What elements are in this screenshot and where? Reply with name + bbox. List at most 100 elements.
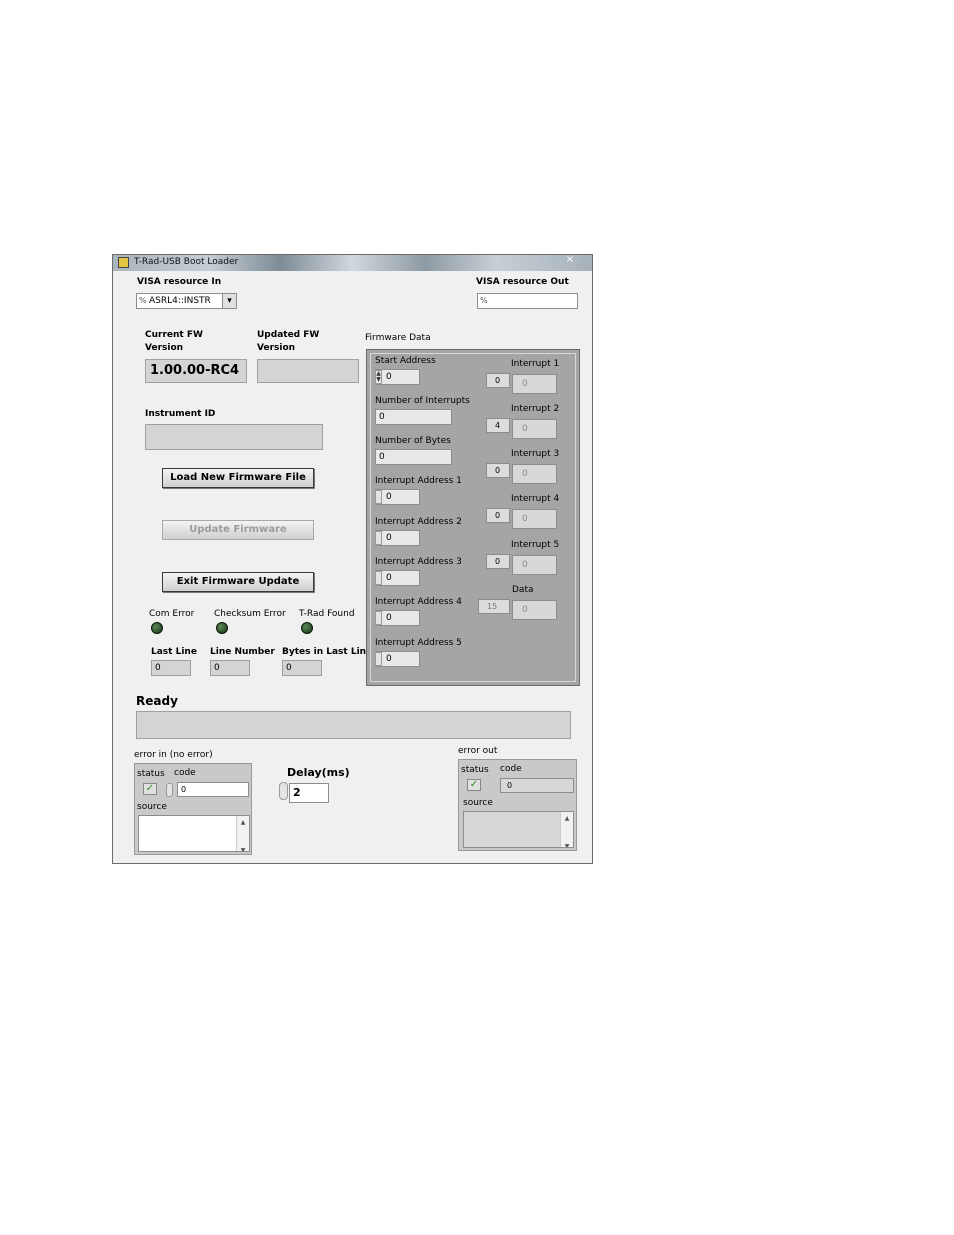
error-out-source-label: source: [463, 798, 493, 808]
boot-loader-window: T-Rad-USB Boot Loader × VISA resource In…: [112, 254, 593, 864]
delay-field[interactable]: 2: [289, 783, 329, 803]
interrupt-5-value: 0: [512, 555, 557, 575]
num-bytes-label: Number of Bytes: [375, 436, 451, 446]
error-out-source-field: ▲ ▼: [463, 811, 574, 848]
num-interrupts-label: Number of Interrupts: [375, 396, 470, 406]
visa-out-select[interactable]: %: [477, 293, 578, 309]
visa-out-label: VISA resource Out: [476, 277, 569, 287]
spinner-icon[interactable]: [375, 611, 382, 625]
visa-in-value: ASRL4::INSTR: [149, 296, 211, 306]
spinner-icon[interactable]: [375, 490, 382, 504]
checksum-error-label: Checksum Error: [214, 609, 286, 619]
data-index[interactable]: 15: [478, 599, 510, 614]
num-bytes-field: 0: [375, 449, 452, 465]
com-error-label: Com Error: [149, 609, 195, 619]
scroll-up-icon[interactable]: ▲: [241, 819, 246, 826]
spinner-icon[interactable]: [375, 571, 382, 585]
error-in-title: error in (no error): [134, 750, 213, 760]
interrupt-3-value: 0: [512, 464, 557, 484]
interrupt-address-4-label: Interrupt Address 4: [375, 597, 462, 607]
interrupt-address-2-label: Interrupt Address 2: [375, 517, 462, 527]
scroll-down-icon[interactable]: ▼: [241, 847, 246, 851]
current-fw-value: 1.00.00-RC4: [145, 359, 247, 383]
scrollbar[interactable]: ▲ ▼: [560, 812, 573, 847]
error-in-cluster: status code ✓ 0 source ▲ ▼: [134, 763, 252, 855]
title-bar[interactable]: T-Rad-USB Boot Loader ×: [113, 254, 592, 271]
spinner-icon[interactable]: [375, 652, 382, 666]
bytes-in-last-line-label: Bytes in Last Line: [282, 647, 373, 657]
error-in-code-label: code: [174, 768, 196, 778]
num-interrupts-field: 0: [375, 409, 452, 425]
interrupt-4-value: 0: [512, 509, 557, 529]
scroll-up-icon[interactable]: ▲: [565, 815, 570, 822]
interrupt-address-3-label: Interrupt Address 3: [375, 557, 462, 567]
spin-down-icon: ▼: [376, 376, 381, 383]
interrupt-2-label: Interrupt 2: [511, 404, 560, 414]
close-button[interactable]: ×: [562, 254, 578, 266]
error-in-source-label: source: [137, 802, 167, 812]
firmware-data-title: Firmware Data: [365, 333, 431, 343]
line-number-value: 0: [210, 660, 250, 676]
update-firmware-button[interactable]: Update Firmware: [162, 520, 314, 540]
chevron-down-icon[interactable]: ▾: [222, 294, 236, 308]
interrupt-address-5-label: Interrupt Address 5: [375, 638, 462, 648]
firmware-data-panel: Start Address 0 ▲ ▼ Number of Interrupts …: [366, 349, 580, 686]
spinner-icon[interactable]: [375, 531, 382, 545]
bytes-in-last-line-value: 0: [282, 660, 322, 676]
data-label: Data: [512, 585, 534, 595]
data-value: 0: [512, 600, 557, 620]
current-fw-label-2: Version: [145, 343, 184, 353]
interrupt-2-value: 0: [512, 419, 557, 439]
spinner-icon[interactable]: [166, 783, 173, 797]
com-error-led: [151, 622, 163, 634]
io-resource-icon: %: [480, 296, 488, 305]
error-in-source-field[interactable]: ▲ ▼: [138, 815, 250, 852]
interrupt-2-index[interactable]: 4: [486, 418, 510, 433]
window-title: T-Rad-USB Boot Loader: [134, 257, 239, 267]
last-line-label: Last Line: [151, 647, 197, 657]
exit-firmware-update-button[interactable]: Exit Firmware Update: [162, 572, 314, 592]
status-bar: [136, 711, 571, 739]
error-out-cluster: status code ✓ 0 source ▲ ▼: [458, 759, 577, 851]
io-resource-icon: %: [139, 296, 147, 305]
start-address-label: Start Address: [375, 356, 436, 366]
last-line-value: 0: [151, 660, 191, 676]
visa-in-select[interactable]: % ASRL4::INSTR ▾: [136, 293, 237, 309]
interrupt-address-1-label: Interrupt Address 1: [375, 476, 462, 486]
interrupt-4-index[interactable]: 0: [486, 508, 510, 523]
interrupt-1-value: 0: [512, 374, 557, 394]
instrument-id-label: Instrument ID: [145, 409, 216, 419]
error-out-title: error out: [458, 746, 498, 756]
error-out-status-label: status: [461, 765, 489, 775]
check-icon: ✓: [467, 779, 481, 791]
app-icon: [118, 257, 129, 268]
delay-label: Delay(ms): [287, 766, 350, 779]
line-number-label: Line Number: [210, 647, 275, 657]
interrupt-3-label: Interrupt 3: [511, 449, 560, 459]
interrupt-4-label: Interrupt 4: [511, 494, 560, 504]
load-firmware-button[interactable]: Load New Firmware File: [162, 468, 314, 488]
current-fw-label: Current FW: [145, 330, 203, 340]
t-rad-found-led: [301, 622, 313, 634]
error-out-code-label: code: [500, 764, 522, 774]
scrollbar[interactable]: ▲ ▼: [236, 816, 249, 851]
t-rad-found-label: T-Rad Found: [299, 609, 355, 619]
error-in-status-label: status: [137, 769, 165, 779]
interrupt-5-label: Interrupt 5: [511, 540, 560, 550]
status-label: Ready: [136, 694, 178, 708]
error-in-code-field[interactable]: 0: [177, 782, 249, 797]
updated-fw-label-2: Version: [257, 343, 296, 353]
scroll-down-icon[interactable]: ▼: [565, 843, 570, 847]
visa-in-label: VISA resource In: [137, 277, 222, 287]
spinner-icon[interactable]: [279, 782, 288, 800]
check-icon[interactable]: ✓: [143, 783, 157, 795]
spinner-icon[interactable]: ▲ ▼: [375, 370, 382, 384]
checksum-error-led: [216, 622, 228, 634]
interrupt-1-index[interactable]: 0: [486, 373, 510, 388]
instrument-id-value: [145, 424, 323, 450]
updated-fw-value: [257, 359, 359, 383]
updated-fw-label: Updated FW: [257, 330, 320, 340]
interrupt-1-label: Interrupt 1: [511, 359, 560, 369]
interrupt-5-index[interactable]: 0: [486, 554, 510, 569]
interrupt-3-index[interactable]: 0: [486, 463, 510, 478]
